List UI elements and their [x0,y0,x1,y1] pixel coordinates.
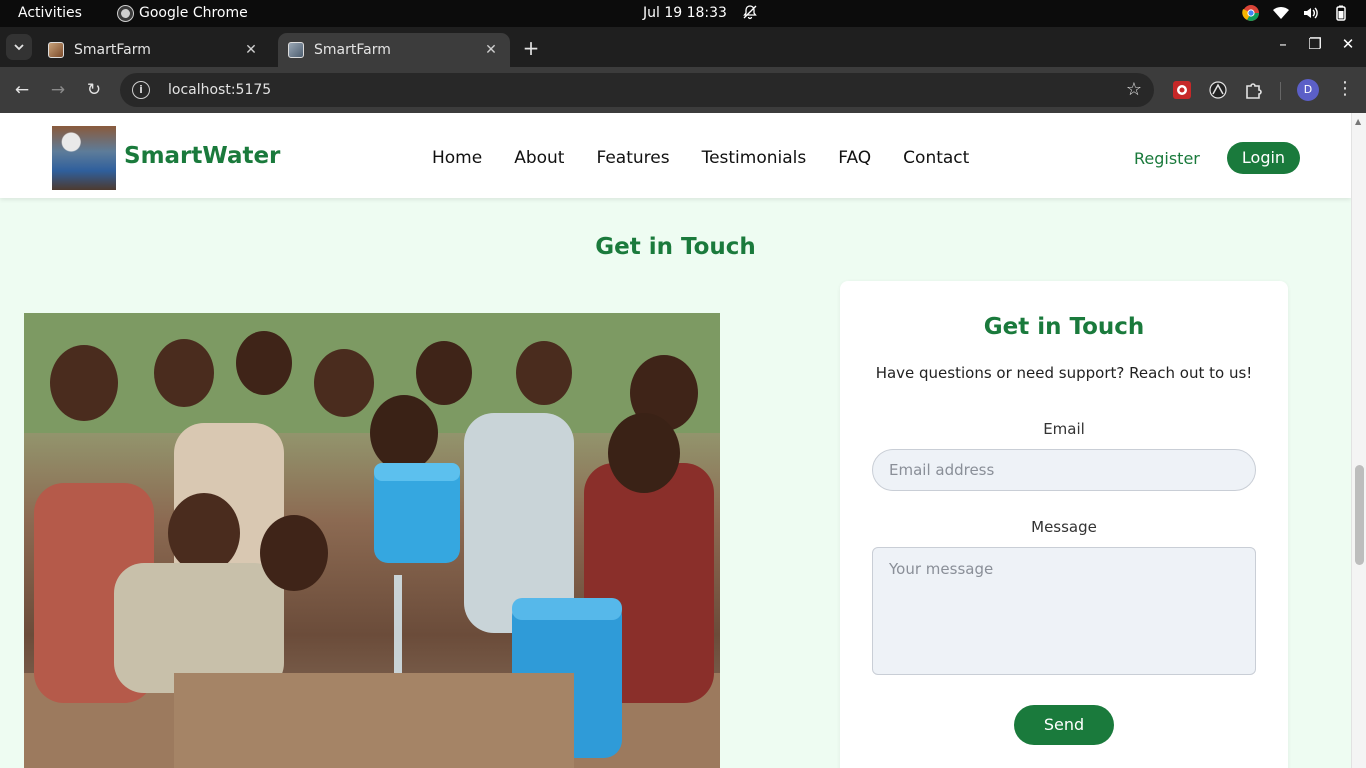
close-icon[interactable]: ✕ [242,42,260,58]
site-navbar: SmartWater Home About Features Testimoni… [0,113,1351,198]
volume-icon [1304,7,1318,19]
nav-contact[interactable]: Contact [903,148,969,168]
nav-testimonials[interactable]: Testimonials [702,148,807,168]
scroll-up-icon[interactable]: ▲ [1355,117,1361,126]
forward-button[interactable]: → [47,79,69,101]
email-label: Email [1043,420,1085,438]
close-icon[interactable]: ✕ [482,42,500,58]
bookmark-star-icon[interactable]: ☆ [1126,79,1142,100]
page-scrollbar[interactable]: ▲ [1351,113,1366,768]
extensions-puzzle-icon[interactable] [1243,79,1265,101]
address-bar[interactable]: i localhost:5175 ☆ [120,73,1154,107]
extension-icon[interactable] [1207,79,1229,101]
reload-button[interactable]: ↻ [83,79,105,101]
url-text: localhost:5175 [168,82,272,98]
message-field[interactable] [872,547,1256,675]
app-menu[interactable]: Google Chrome [118,5,248,21]
tab-title: SmartFarm [74,42,151,58]
contact-card: Get in Touch Have questions or need supp… [840,281,1288,768]
clock[interactable]: Jul 19 18:33 [643,5,727,21]
section-title: Get in Touch [595,234,756,260]
page-viewport: SmartWater Home About Features Testimoni… [0,113,1366,768]
brand-name[interactable]: SmartWater [124,143,280,169]
notifications-muted-icon [743,5,757,20]
browser-toolbar: ← → ↻ i localhost:5175 ☆ D ⋮ [0,67,1366,113]
message-label: Message [1031,518,1097,536]
card-subtitle: Have questions or need support? Reach ou… [875,364,1253,382]
chrome-tray-icon [1242,5,1259,21]
scrollbar-thumb[interactable] [1355,465,1364,565]
tab-strip: SmartFarm ✕ SmartFarm ✕ + – ❐ ✕ [0,27,1366,67]
site-info-icon[interactable]: i [132,81,150,99]
send-button[interactable]: Send [1014,705,1114,745]
nav-home[interactable]: Home [432,148,482,168]
card-title: Get in Touch [983,314,1145,340]
children-water-photo [24,313,720,768]
wifi-icon [1273,6,1289,19]
new-tab-button[interactable]: + [520,36,542,60]
profile-avatar[interactable]: D [1297,79,1319,101]
maximize-button[interactable]: ❐ [1303,35,1327,53]
toolbar-separator [1280,82,1281,100]
nav-features[interactable]: Features [596,148,669,168]
nav-faq[interactable]: FAQ [838,148,871,168]
menu-kebab-icon[interactable]: ⋮ [1336,78,1354,99]
logo-image[interactable] [52,126,116,190]
tab-smartfarm-1[interactable]: SmartFarm ✕ [38,33,270,67]
system-top-bar: Activities Google Chrome Jul 19 18:33 [0,0,1366,27]
login-button[interactable]: Login [1227,142,1300,174]
favicon-icon [288,42,304,58]
chrome-icon [118,5,133,21]
activities-button[interactable]: Activities [18,5,82,21]
nav-about[interactable]: About [514,148,564,168]
favicon-icon [48,42,64,58]
back-button[interactable]: ← [11,79,33,101]
chevron-down-icon [14,44,24,51]
extension-icon[interactable] [1171,79,1193,101]
app-name: Google Chrome [139,5,248,21]
system-tray[interactable] [1242,4,1350,22]
email-field[interactable] [872,449,1256,491]
tab-search-button[interactable] [6,34,32,60]
main-menu: Home About Features Testimonials FAQ Con… [432,148,969,168]
register-link[interactable]: Register [1134,149,1200,168]
close-window-button[interactable]: ✕ [1336,35,1360,53]
contact-photo [24,313,720,768]
tab-smartfarm-2[interactable]: SmartFarm ✕ [278,33,510,67]
minimize-button[interactable]: – [1271,35,1295,53]
battery-icon [1336,5,1346,21]
tab-title: SmartFarm [314,42,391,58]
